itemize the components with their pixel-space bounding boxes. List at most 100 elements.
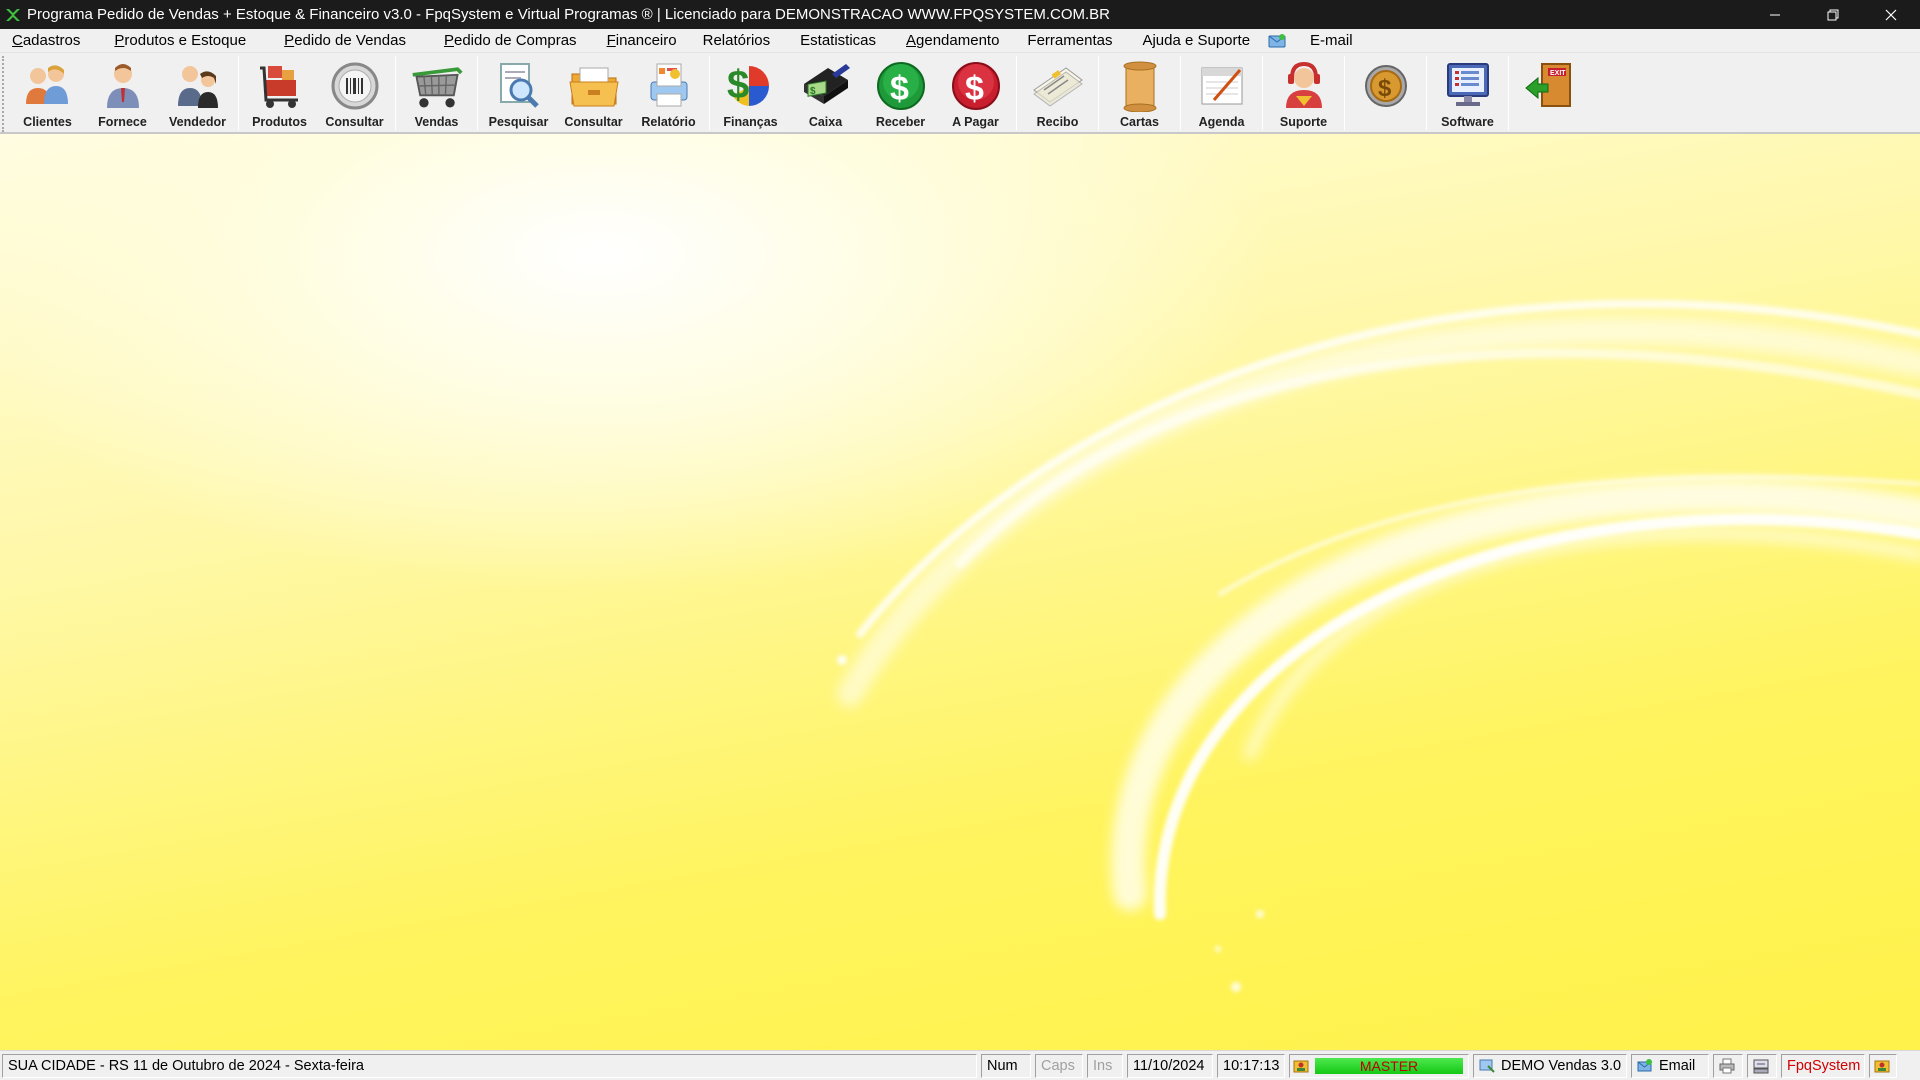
toolbar-a-pagar-button[interactable]: $ A Pagar [938, 53, 1013, 131]
agenda-icon [1194, 58, 1250, 114]
toolbar-separator [1426, 56, 1427, 130]
svg-text:$: $ [1378, 75, 1392, 102]
status-date: 11/10/2024 [1127, 1053, 1213, 1078]
menu-agendamento[interactable]: Agendamento [888, 29, 1011, 53]
toolbar-relatorio-button[interactable]: Relatório [631, 53, 706, 131]
toolbar-cartas-button[interactable]: Cartas [1102, 53, 1177, 131]
menu-email[interactable]: E-mail [1296, 29, 1365, 53]
minimize-icon [1770, 14, 1780, 15]
toolbar-separator [238, 56, 239, 130]
support-icon [1276, 58, 1332, 114]
toolbar-label: Receber [875, 115, 926, 129]
exit-door-icon: EXIT [1522, 58, 1578, 114]
toolbar-label: Vendas [414, 115, 459, 129]
toolbar-label: Cartas [1120, 115, 1159, 129]
toolbar-vendas-button[interactable]: Vendas [399, 53, 474, 131]
menu-pedido-vendas[interactable]: Pedido de Vendas [258, 29, 418, 53]
status-keyboard-button[interactable] [1747, 1053, 1777, 1078]
toolbar-recibo-button[interactable]: Recibo [1020, 53, 1095, 131]
software-monitor-icon [1440, 58, 1496, 114]
close-button[interactable] [1862, 0, 1920, 29]
toolbar-separator [1344, 56, 1345, 130]
letter-scroll-icon [1112, 58, 1168, 114]
toolbar-label: Recibo [1036, 115, 1079, 129]
folder-box-icon [566, 58, 622, 114]
toolbar-label: Suporte [1279, 115, 1328, 129]
email-app-icon[interactable] [1266, 31, 1288, 51]
toolbar-produtos-button[interactable]: Produtos [242, 53, 317, 131]
search-document-icon [491, 58, 547, 114]
toolbar-separator [1262, 56, 1263, 130]
toolbar-consultar-button[interactable]: Consultar [317, 53, 392, 131]
toolbar-software-button[interactable]: Software [1430, 53, 1505, 131]
menu-relatorios[interactable]: Relatórios [689, 29, 783, 53]
toolbar-exit-button[interactable]: EXIT [1512, 53, 1587, 131]
toolbar-separator [1180, 56, 1181, 130]
menu-pedido-compras[interactable]: Pedido de Compras [418, 29, 589, 53]
status-user-text: MASTER [1315, 1057, 1463, 1074]
cashbook-icon: $ [798, 58, 854, 114]
toolbar-separator [709, 56, 710, 130]
restore-button[interactable] [1804, 0, 1862, 29]
supplier-icon [95, 58, 151, 114]
toolbar-separator [1508, 56, 1509, 130]
menu-ferramentas[interactable]: Ferramentas [1011, 29, 1124, 53]
menu-bar: Cadastros Produtos e Estoque Pedido de V… [0, 29, 1920, 53]
menu-ajuda-suporte[interactable]: Ajuda e Suporte [1124, 29, 1262, 53]
toolbar-consultar-2-button[interactable]: Consultar [556, 53, 631, 131]
keyboard-icon [1753, 1058, 1769, 1074]
app-logo-icon [3, 5, 23, 25]
menu-estatisticas[interactable]: Estatisticas [782, 29, 888, 53]
close-icon [1885, 9, 1897, 20]
toolbar-separator [477, 56, 478, 130]
toolbar-label: Produtos [252, 115, 307, 129]
menu-cadastros[interactable]: Cadastros [0, 29, 92, 53]
pay-dollar-icon: $ [948, 58, 1004, 114]
toolbar-grip[interactable] [2, 56, 8, 132]
status-ins-text: Ins [1093, 1057, 1113, 1074]
toolbar-label: Fornece [98, 115, 147, 129]
toolbar-receber-button[interactable]: $ Receber [863, 53, 938, 131]
email-icon [1637, 1058, 1653, 1074]
products-icon [252, 58, 308, 114]
toolbar-caixa-button[interactable]: $ Caixa [788, 53, 863, 131]
status-email-button[interactable]: Email [1631, 1053, 1709, 1078]
status-time-text: 10:17:13 [1223, 1057, 1280, 1074]
toolbar-label: Caixa [808, 115, 843, 129]
toolbar-separator [1098, 56, 1099, 130]
menu-financeiro[interactable]: Financeiro [589, 29, 689, 53]
toolbar-vendedor-button[interactable]: Vendedor [160, 53, 235, 131]
toolbar-label: A Pagar [952, 115, 999, 129]
toolbar-clientes-button[interactable]: Clientes [10, 53, 85, 131]
minimize-button[interactable] [1746, 0, 1804, 29]
status-email-text: Email [1659, 1057, 1696, 1074]
version-icon [1479, 1058, 1495, 1074]
toolbar-separator [395, 56, 396, 130]
status-printer-button[interactable] [1713, 1053, 1743, 1078]
title-bar: Programa Pedido de Vendas + Estoque & Fi… [0, 0, 1920, 29]
menu-produtos-estoque[interactable]: Produtos e Estoque [92, 29, 258, 53]
svg-text:$: $ [965, 70, 984, 108]
toolbar-pesquisar-button[interactable]: Pesquisar [481, 53, 556, 131]
status-time: 10:17:13 [1217, 1053, 1285, 1078]
toolbar-suporte-button[interactable]: Suporte [1266, 53, 1341, 131]
toolbar-label: Consultar [564, 115, 623, 129]
toolbar-financas-button[interactable]: $ Finanças [713, 53, 788, 131]
window-title: Programa Pedido de Vendas + Estoque & Fi… [27, 6, 1110, 23]
status-app-button[interactable] [1869, 1053, 1897, 1078]
shopping-cart-icon [409, 58, 465, 114]
status-caps-text: Caps [1041, 1057, 1075, 1074]
status-date-text: 11/10/2024 [1133, 1057, 1205, 1074]
status-brand: FpqSystem [1781, 1053, 1865, 1078]
toolbar-label: Agenda [1198, 115, 1245, 129]
toolbar-agenda-button[interactable]: Agenda [1184, 53, 1259, 131]
status-location-date-text: SUA CIDADE - RS 11 de Outubro de 2024 - … [8, 1057, 364, 1074]
status-brand-text: FpqSystem [1787, 1057, 1861, 1074]
coin-icon: $ [1358, 58, 1414, 114]
toolbar-label: Vendedor [169, 115, 226, 129]
barcode-icon [327, 58, 383, 114]
svg-text:EXIT: EXIT [1550, 70, 1566, 77]
toolbar-fornece-button[interactable]: Fornece [85, 53, 160, 131]
toolbar-label: Software [1441, 115, 1494, 129]
toolbar-coin-button[interactable]: $ [1348, 53, 1423, 131]
